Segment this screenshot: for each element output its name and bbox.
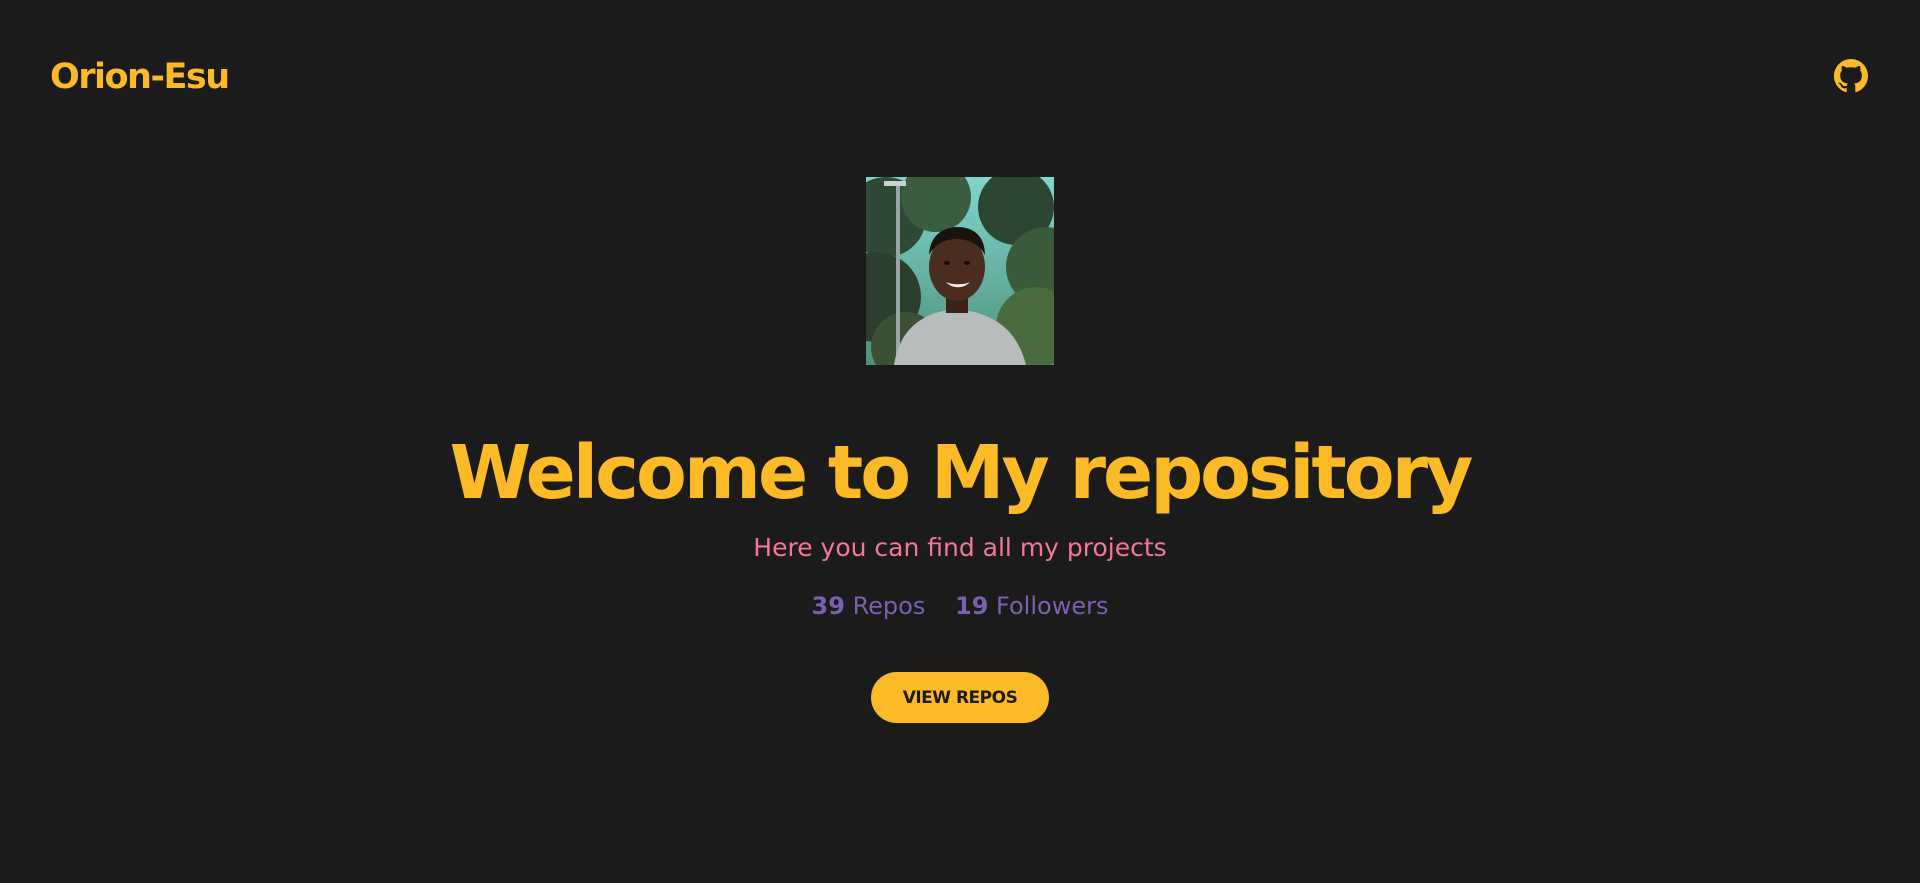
profile-avatar: [866, 177, 1054, 365]
hero-subtitle: Here you can find all my projects: [753, 533, 1167, 562]
profile-stats: 39 Repos 19 Followers: [0, 588, 1920, 624]
repos-stat: 39 Repos: [812, 588, 926, 624]
site-header: Orion-Esu: [0, 0, 1920, 155]
hero-title: Welcome to My repository: [449, 430, 1474, 516]
followers-label: Followers: [996, 592, 1109, 620]
page: Orion-Esu Welcome to My repository Here …: [0, 0, 1920, 883]
github-link[interactable]: [1834, 59, 1868, 93]
brand-logo-link[interactable]: Orion-Esu: [50, 52, 230, 102]
repos-label: Repos: [852, 592, 926, 620]
repos-count: 39: [811, 592, 845, 620]
avatar-photo: [866, 177, 1054, 365]
followers-count: 19: [955, 592, 989, 620]
github-icon: [1834, 59, 1868, 93]
followers-stat: 19 Followers: [955, 588, 1108, 624]
view-repos-button[interactable]: VIEW REPOS: [871, 672, 1049, 723]
